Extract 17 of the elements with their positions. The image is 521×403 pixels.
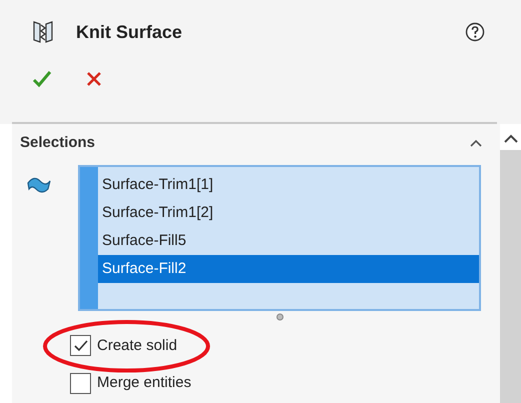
checkmark-icon <box>74 340 88 352</box>
help-icon[interactable] <box>465 22 485 42</box>
selection-listbox[interactable]: Surface-Trim1[1] Surface-Trim1[2] Surface-Fill5 Surface-Fill2 <box>78 164 481 310</box>
selection-item[interactable]: Surface-Fill5 <box>98 226 479 254</box>
panel-title: Knit Surface <box>76 20 182 44</box>
ok-check-icon[interactable] <box>32 70 52 88</box>
cancel-x-icon[interactable] <box>86 71 102 87</box>
collapse-caret-icon[interactable] <box>470 139 482 148</box>
checkbox[interactable] <box>70 335 91 356</box>
resize-handle-icon[interactable] <box>276 312 284 320</box>
section-title: Selections <box>20 133 96 153</box>
selection-item[interactable]: Surface-Trim1[2] <box>98 198 479 226</box>
selection-item[interactable]: Surface-Fill2 <box>98 254 479 282</box>
checkbox-label[interactable]: Merge entities <box>97 372 192 394</box>
knit-surface-icon <box>32 20 54 44</box>
selection-item[interactable]: Surface-Trim1[1] <box>98 170 479 198</box>
checkbox[interactable] <box>70 372 91 394</box>
